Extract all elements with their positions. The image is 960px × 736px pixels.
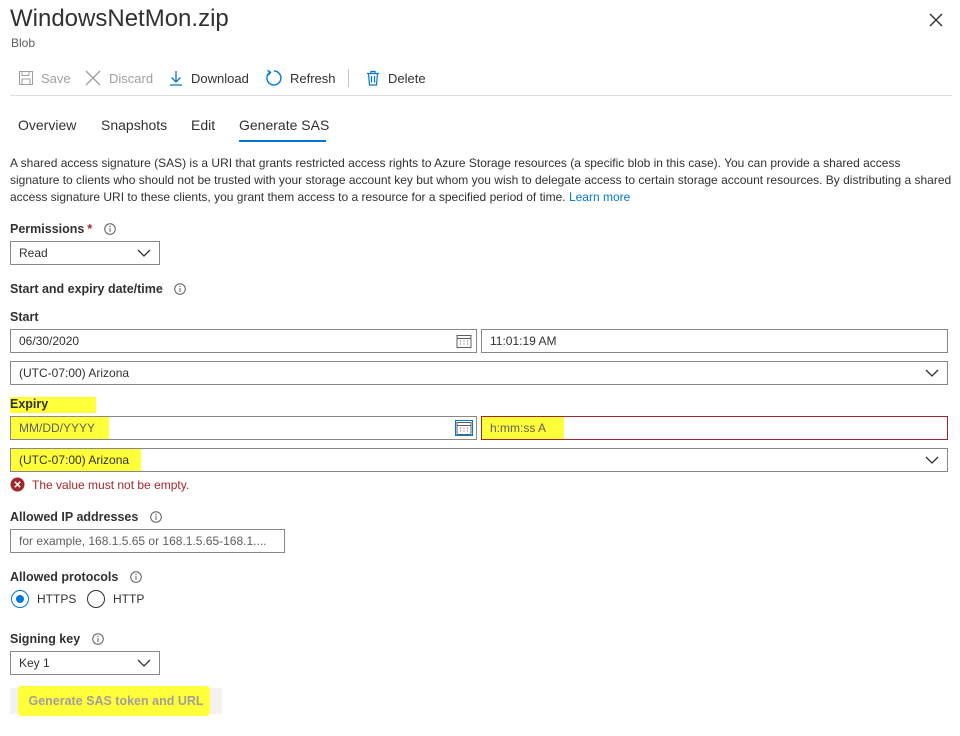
start-timezone-value: (UTC-07:00) Arizona [19,366,130,380]
active-tab-indicator [239,140,326,142]
radio-https[interactable]: HTTPS [11,590,76,608]
expiry-label: Expiry [10,397,97,413]
expiry-time-placeholder: h:mm:ss A [490,421,547,435]
expiry-date-placeholder: MM/DD/YYYY [19,421,96,435]
save-label: Save [41,70,71,86]
allowed-protocols-label-text: Allowed protocols [10,570,119,584]
allowed-ip-label-text: Allowed IP addresses [10,510,139,524]
close-icon[interactable] [926,10,946,30]
chevron-down-icon [137,249,151,257]
signing-key-label-text: Signing key [10,632,81,646]
expiry-timezone-dropdown[interactable]: (UTC-07:00) Arizona [10,448,948,472]
sas-description: A shared access signature (SAS) is a URI… [10,155,952,206]
tab-edit[interactable]: Edit [191,117,215,133]
delete-button[interactable]: Delete [365,64,426,92]
start-label: Start [10,310,39,324]
radio-circle [11,590,29,608]
signing-key-dropdown[interactable]: Key 1 [10,651,160,675]
delete-label: Delete [388,70,426,86]
toolbar-divider [348,69,349,87]
radio-http[interactable]: HTTP [87,590,144,608]
chevron-down-icon [925,369,939,377]
discard-button[interactable]: Discard [84,64,153,92]
error-text: The value must not be empty. [32,477,190,492]
description-text: A shared access signature (SAS) is a URI… [10,156,952,204]
permissions-label-text: Permissions [10,222,85,236]
chevron-down-icon [137,659,151,667]
allowed-ip-input[interactable]: for example, 168.1.5.65 or 168.1.5.65-16… [10,529,285,553]
refresh-icon [266,69,282,86]
permissions-label: Permissions * [10,222,116,236]
trash-icon [367,70,379,86]
save-icon [19,71,33,85]
start-date-input[interactable]: 06/30/2020 [10,329,477,353]
expiry-time-input[interactable]: h:mm:ss A [481,416,948,440]
start-expiry-label-text: Start and expiry date/time [10,282,163,296]
page-title: WindowsNetMon.zip [10,5,229,32]
generate-sas-label: Generate SAS token and URL [28,694,204,708]
start-time-input[interactable]: 11:01:19 AM [481,329,948,353]
toolbar-divider-line [10,95,952,96]
tab-generate-sas[interactable]: Generate SAS [239,117,329,133]
info-icon[interactable] [149,511,162,523]
signing-key-value: Key 1 [19,656,50,670]
start-expiry-label: Start and expiry date/time [10,282,187,296]
expiry-label-text: Expiry [10,397,97,413]
download-icon [170,71,182,86]
generate-sas-button[interactable]: Generate SAS token and URL [10,686,222,716]
refresh-button[interactable]: Refresh [265,64,336,92]
discard-icon [85,70,101,86]
save-button[interactable]: Save [18,64,71,92]
expiry-date-input[interactable]: MM/DD/YYYY [10,416,477,440]
info-icon[interactable] [103,223,116,235]
start-timezone-dropdown[interactable]: (UTC-07:00) Arizona [10,361,948,385]
info-icon[interactable] [91,633,104,645]
tab-snapshots[interactable]: Snapshots [101,117,167,133]
radio-label-http: HTTP [113,592,145,606]
signing-key-label: Signing key [10,632,104,646]
expiry-timezone-value: (UTC-07:00) Arizona [19,453,130,467]
radio-label-https: HTTPS [37,592,77,606]
learn-more-link[interactable]: Learn more [569,190,630,204]
permissions-value: Read [19,246,48,260]
info-icon[interactable] [130,571,142,583]
allowed-ip-placeholder: for example, 168.1.5.65 or 168.1.5.65-16… [19,534,267,548]
calendar-icon[interactable] [455,420,473,436]
calendar-icon[interactable] [456,334,472,348]
discard-label: Discard [109,70,154,86]
refresh-label: Refresh [290,70,336,86]
command-bar: Save Discard Download Refresh Delete [10,64,952,92]
expiry-error: The value must not be empty. [10,477,189,492]
allowed-ip-label: Allowed IP addresses [10,510,162,524]
download-button[interactable]: Download [168,64,249,92]
tab-overview[interactable]: Overview [18,117,76,133]
page-subtitle: Blob [11,36,36,50]
info-icon[interactable] [174,283,187,295]
chevron-down-icon [925,456,939,464]
start-date-value: 06/30/2020 [19,334,80,348]
download-label: Download [191,70,249,86]
required-marker: * [87,222,93,236]
radio-circle [87,590,105,608]
allowed-protocols-label: Allowed protocols [10,570,142,584]
permissions-dropdown[interactable]: Read [10,241,160,265]
start-time-value: 11:01:19 AM [490,334,557,348]
error-icon [10,477,25,492]
